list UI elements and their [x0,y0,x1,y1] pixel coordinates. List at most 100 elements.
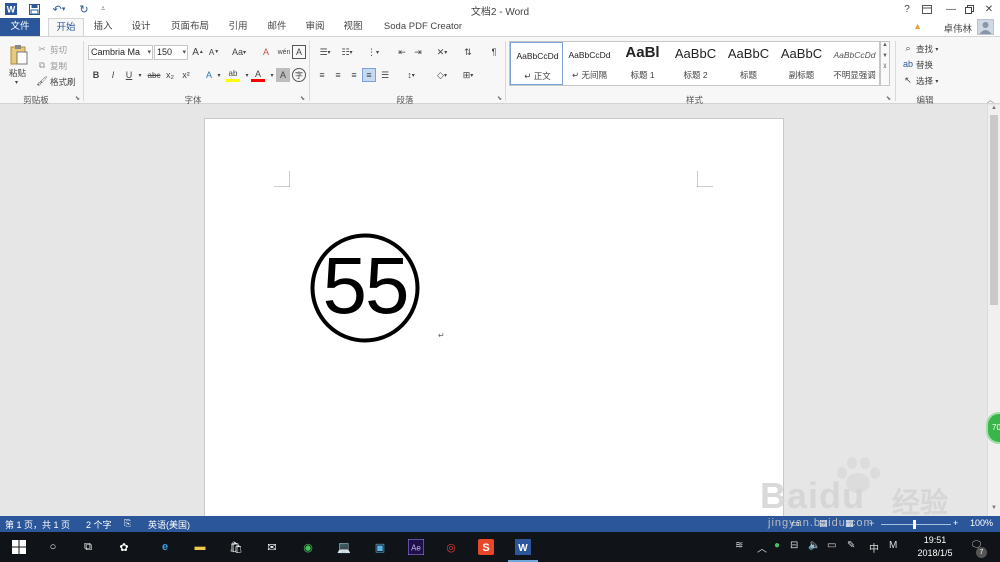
sogou-input-icon[interactable]: S [476,537,496,557]
bullets-icon[interactable]: ☰ ▾ [315,45,335,59]
help-button[interactable]: ? [896,0,918,18]
text-effects-dropdown-icon[interactable]: ▾ [212,68,226,82]
phonetic-guide-icon[interactable]: wén [277,45,291,59]
distributed-icon[interactable]: ☰ [378,68,392,82]
tab-view[interactable]: 视图 [338,18,368,36]
justify-icon[interactable]: ≡ [362,68,376,82]
edge-browser-icon[interactable]: e [155,537,175,557]
zoom-in-icon[interactable]: + [953,518,958,528]
character-border-icon[interactable]: A [292,45,306,59]
read-mode-icon[interactable]: ▭ [791,518,800,529]
tray-green-icon[interactable]: ● [774,540,780,551]
word-taskbar-icon[interactable]: W [508,537,538,562]
page-count[interactable]: 第 1 页，共 1 页 [5,518,70,531]
cut-button[interactable]: 剪切 [50,44,67,56]
avatar[interactable] [977,19,994,35]
styles-gallery-scroll[interactable]: ▲ ▼ ⊻ [880,41,890,86]
scrollbar-thumb[interactable] [990,115,998,305]
document-area[interactable]: 55 ↵ [0,105,987,518]
cut-icon[interactable]: ✂ [35,42,49,56]
input-language[interactable]: 中 [869,540,879,555]
zoom-slider-thumb[interactable] [913,520,916,529]
chevron-down-icon[interactable]: ▼ [881,53,889,59]
volume-icon[interactable]: 🔈 [808,540,820,551]
enclosed-character[interactable]: 55 [310,233,420,343]
close-button[interactable]: ✕ [978,0,1000,18]
decrease-indent-icon[interactable]: ⇤ [395,45,409,59]
font-name-dropdown[interactable]: Cambria Ma ▾ [88,45,153,60]
user-name[interactable]: 卓伟林 [943,21,972,35]
bold-button[interactable]: B [89,68,103,82]
floating-assistant-badge[interactable]: 70 [986,412,1000,444]
netease-music-icon[interactable]: ◎ [441,537,461,557]
font-size-dropdown[interactable]: 150 ▾ [154,45,188,60]
mail-icon[interactable]: ✉ [262,537,282,557]
select-button[interactable]: 选择 ▾ [916,75,938,87]
show-hidden-icons-icon[interactable]: ︿ [757,540,767,555]
align-left-icon[interactable]: ≡ [315,68,329,82]
print-layout-icon[interactable]: ▤ [819,518,828,529]
task-view-icon[interactable]: ⧉ [78,537,98,557]
web-layout-icon[interactable]: ▦ [845,518,854,529]
align-right-icon[interactable]: ≡ [347,68,361,82]
tab-layout[interactable]: 页面布局 [166,18,214,36]
select-cursor-icon[interactable]: ↖ [901,73,915,87]
format-painter-button[interactable]: 格式刷 [50,76,76,88]
zoom-out-icon[interactable]: − [869,518,874,528]
tab-home[interactable]: 开始 [48,18,84,37]
pen-icon[interactable]: ✎ [847,540,855,551]
start-windows-icon[interactable] [9,537,29,557]
styles-launcher-icon[interactable]: ⬊ [886,95,891,102]
find-icon[interactable]: ⌕ [901,41,915,55]
clear-formatting-icon[interactable]: A [259,45,273,59]
green-app-icon[interactable]: ◉ [298,537,318,557]
align-center-icon[interactable]: ≡ [331,68,345,82]
style-subtle-emphasis[interactable]: AaBbCcDd 不明显强调 [828,42,881,85]
restore-button[interactable] [958,0,980,18]
format-painter-icon[interactable]: 🖌 [35,74,49,88]
wifi-icon[interactable]: ≋ [735,540,743,551]
after-effects-icon[interactable]: Ae [406,537,426,557]
copy-icon[interactable]: ⧉ [35,58,49,72]
gallery-more-icon[interactable]: ⊻ [881,63,889,70]
copy-button[interactable]: 复制 [50,60,67,72]
chinese-layout-icon[interactable]: ✕ ▾ [432,45,452,59]
zoom-slider[interactable] [881,524,951,525]
store-icon[interactable]: 🛍 [226,537,246,557]
tab-review[interactable]: 审阅 [300,18,330,36]
screenshot-app-icon[interactable]: ▣ [370,537,390,557]
multilevel-list-icon[interactable]: ⋮ ▾ [363,45,383,59]
cortana-icon[interactable]: ○ [43,537,63,557]
numbering-icon[interactable]: ☷ ▾ [337,45,357,59]
shrink-font-icon[interactable]: A ▼ [207,45,221,59]
clock[interactable]: 19:51 2018/1/5 [913,534,957,560]
style-heading-2[interactable]: AaBbC 标题 2 [669,42,722,85]
battery-icon[interactable]: ▭ [827,540,836,551]
tab-file[interactable]: 文件 [0,18,40,36]
underline-dropdown-icon[interactable]: ▾ [133,68,147,82]
tab-design[interactable]: 设计 [126,18,156,36]
document-page[interactable]: 55 ↵ [204,118,784,518]
character-shading-icon[interactable]: A [276,68,290,82]
ime-mode[interactable]: M [889,540,897,551]
highlight-icon[interactable]: ab [226,68,240,82]
pinwheel-app-icon[interactable]: ✿ [114,537,134,557]
borders-icon[interactable]: ⊞ ▾ [458,68,478,82]
laptop-app-icon[interactable]: 💻 [334,537,354,557]
strikethrough-button[interactable]: abc [146,68,162,82]
network-icon[interactable]: ⊟ [790,540,798,551]
style-normal[interactable]: AaBbCcDd ↵ 正文 [510,42,563,85]
sort-icon[interactable]: ⇅ [461,45,475,59]
find-button[interactable]: 查找 ▾ [916,43,938,55]
chevron-up-icon[interactable]: ▲ [881,42,889,48]
grow-font-icon[interactable]: A ▲ [191,45,205,59]
tab-references[interactable]: 引用 [223,18,253,36]
clipboard-launcher-icon[interactable]: ⬊ [75,95,80,102]
italic-button[interactable]: I [106,68,120,82]
tab-mailings[interactable]: 邮件 [262,18,292,36]
file-explorer-icon[interactable]: ▬ [190,537,210,557]
zoom-level[interactable]: 100% [970,518,993,528]
scroll-down-icon[interactable]: ▼ [988,505,1000,511]
change-case-icon[interactable]: Aa ▾ [229,45,249,59]
language-status[interactable]: 英语(美国) [148,518,190,531]
